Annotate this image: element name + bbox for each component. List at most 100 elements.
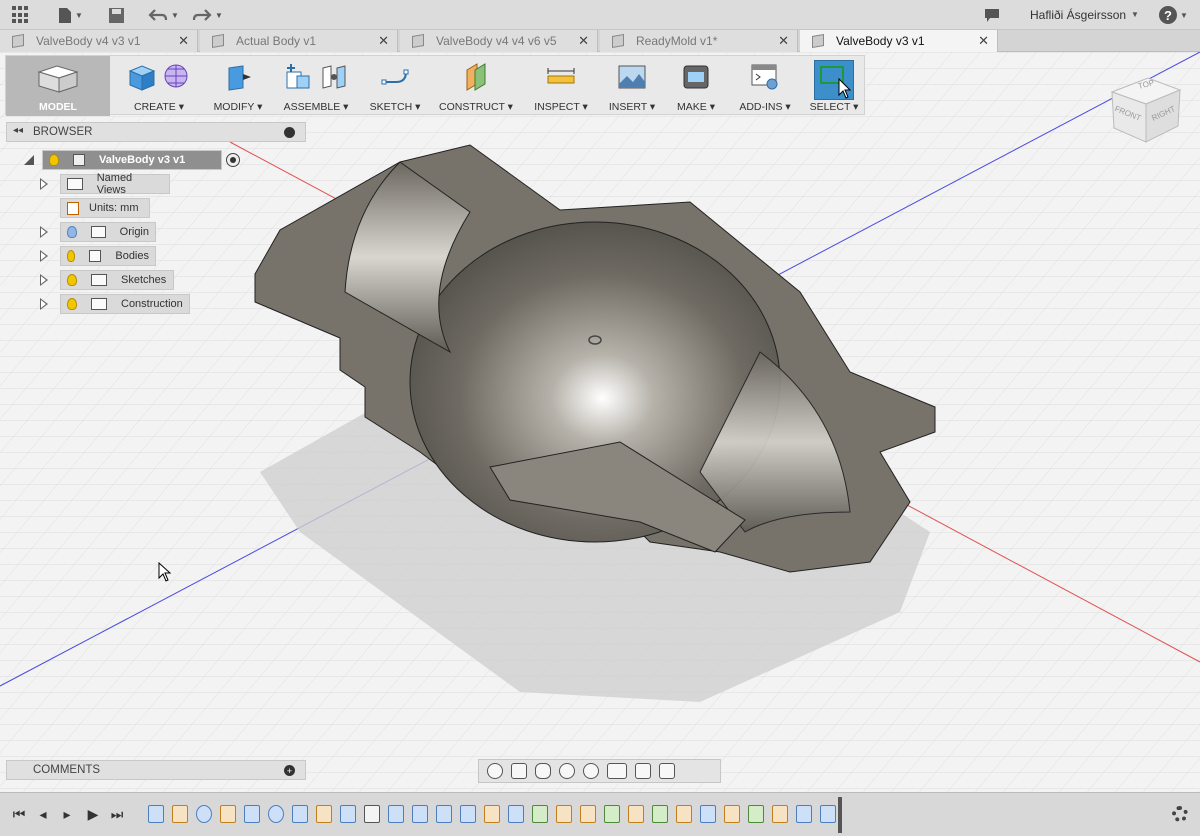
make-menu[interactable]: MAKE ▾ (668, 56, 724, 116)
pan-hand-icon[interactable] (535, 763, 551, 779)
user-name[interactable]: Hafliði Ásgeirsson (1030, 8, 1126, 22)
look-at-icon[interactable] (511, 763, 527, 779)
grid-settings-icon[interactable] (635, 763, 651, 779)
notifications-button[interactable] (984, 5, 1000, 25)
tab-document[interactable]: ReadyMold v1* ✕ (600, 30, 798, 52)
timeline-feature[interactable] (820, 805, 836, 823)
assemble-menu[interactable]: ASSEMBLE ▾ (274, 56, 358, 116)
expand-triangle-icon[interactable] (40, 226, 48, 238)
close-icon[interactable]: ✕ (178, 33, 189, 49)
visibility-bulb-icon[interactable] (67, 226, 77, 238)
browser-panel-header[interactable]: ◂◂ BROWSER (6, 122, 306, 142)
timeline-feature[interactable] (148, 805, 164, 823)
modify-menu[interactable]: MODIFY ▾ (208, 56, 268, 116)
expand-triangle-icon[interactable] (40, 274, 48, 286)
timeline-feature[interactable] (364, 805, 380, 823)
timeline-feature[interactable] (628, 805, 644, 823)
timeline-feature[interactable] (172, 805, 188, 823)
timeline-feature[interactable] (556, 805, 572, 823)
timeline-feature[interactable] (724, 805, 740, 823)
tab-document[interactable]: ValveBody v4 v3 v1 ✕ (0, 30, 198, 52)
timeline-feature[interactable] (748, 805, 764, 823)
expanded-triangle-icon[interactable] (22, 153, 36, 167)
timeline-feature[interactable] (580, 805, 596, 823)
select-menu[interactable]: SELECT ▾ (806, 56, 862, 116)
units-node[interactable]: Units: mm (60, 198, 150, 218)
model-workspace-button[interactable]: MODEL (6, 56, 110, 116)
timeline-feature[interactable] (508, 805, 524, 823)
minimize-panel-icon[interactable] (284, 127, 295, 138)
tab-document-active[interactable]: ValveBody v3 v1 ✕ (800, 30, 998, 52)
browser-item-origin[interactable]: Origin (40, 222, 156, 242)
zoom-icon[interactable] (559, 763, 575, 779)
expand-triangle-icon[interactable] (40, 178, 48, 190)
viewports-icon[interactable] (659, 763, 675, 779)
save-button[interactable] (108, 5, 125, 25)
timeline-feature[interactable] (604, 805, 620, 823)
close-icon[interactable]: ✕ (578, 33, 589, 49)
timeline-marker[interactable] (838, 797, 842, 833)
undo-button[interactable]: ▼ (148, 5, 179, 25)
browser-item-units[interactable]: Units: mm (60, 198, 150, 218)
addins-menu[interactable]: ADD-INS ▾ (730, 56, 800, 116)
app-grid-button[interactable] (12, 5, 30, 25)
origin-node[interactable]: Origin (60, 222, 156, 242)
create-menu[interactable]: CREATE ▾ (116, 56, 202, 116)
named-views-node[interactable]: Named Views (60, 172, 170, 196)
add-comment-icon[interactable]: + (284, 765, 295, 776)
bodies-node[interactable]: Bodies (60, 246, 156, 266)
visibility-bulb-icon[interactable] (49, 154, 59, 166)
go-to-start-icon[interactable]: ⏮ (10, 805, 28, 823)
timeline-feature[interactable] (268, 805, 284, 823)
timeline-feature[interactable] (220, 805, 236, 823)
timeline-feature[interactable] (388, 805, 404, 823)
gear-icon[interactable] (1172, 806, 1188, 822)
user-menu-chevron-icon[interactable]: ▼ (1131, 10, 1139, 19)
close-icon[interactable]: ✕ (978, 33, 989, 49)
expand-triangle-icon[interactable] (40, 250, 48, 262)
browser-root-row[interactable]: ValveBody v3 v1 (22, 150, 240, 170)
browser-item-bodies[interactable]: Bodies (40, 246, 156, 266)
timeline-feature[interactable] (532, 805, 548, 823)
timeline-feature[interactable] (316, 805, 332, 823)
timeline-feature[interactable] (412, 805, 428, 823)
timeline-feature[interactable] (460, 805, 476, 823)
activate-radio-icon[interactable] (226, 153, 240, 167)
timeline-feature[interactable] (244, 805, 260, 823)
play-icon[interactable]: ▶ (84, 805, 102, 823)
visibility-bulb-icon[interactable] (67, 298, 77, 310)
timeline-feature[interactable] (796, 805, 812, 823)
collapse-panel-icon[interactable]: ◂◂ (13, 125, 23, 136)
help-button[interactable]: ? ▼ (1159, 5, 1188, 25)
step-back-icon[interactable]: ◂ (34, 805, 52, 823)
visibility-bulb-icon[interactable] (67, 250, 75, 262)
timeline-feature[interactable] (436, 805, 452, 823)
root-component[interactable]: ValveBody v3 v1 (42, 150, 222, 170)
sketches-node[interactable]: Sketches (60, 270, 174, 290)
view-cube[interactable]: TOP FRONT RIGHT (1108, 74, 1184, 144)
timeline-feature[interactable] (196, 805, 212, 823)
timeline-feature[interactable] (652, 805, 668, 823)
timeline-feature[interactable] (700, 805, 716, 823)
tab-document[interactable]: Actual Body v1 ✕ (200, 30, 398, 52)
timeline-feature[interactable] (484, 805, 500, 823)
step-forward-icon[interactable]: ▸ (58, 805, 76, 823)
construct-menu[interactable]: CONSTRUCT ▾ (432, 56, 520, 116)
display-settings-icon[interactable] (607, 763, 627, 779)
timeline-feature[interactable] (772, 805, 788, 823)
inspect-menu[interactable]: INSPECT ▾ (526, 56, 596, 116)
file-menu-button[interactable]: ▼ (58, 5, 83, 25)
construction-node[interactable]: Construction (60, 294, 190, 314)
browser-item-construction[interactable]: Construction (40, 294, 190, 314)
close-icon[interactable]: ✕ (778, 33, 789, 49)
expand-triangle-icon[interactable] (40, 298, 48, 310)
orbit-icon[interactable] (487, 763, 503, 779)
browser-item-sketches[interactable]: Sketches (40, 270, 174, 290)
sketch-menu[interactable]: SKETCH ▾ (364, 56, 426, 116)
visibility-bulb-icon[interactable] (67, 274, 77, 286)
go-to-end-icon[interactable]: ⏭ (108, 805, 126, 823)
timeline-feature[interactable] (676, 805, 692, 823)
fit-zoom-icon[interactable] (583, 763, 599, 779)
comments-panel-header[interactable]: COMMENTS + (6, 760, 306, 780)
browser-item-named-views[interactable]: Named Views (40, 172, 170, 196)
